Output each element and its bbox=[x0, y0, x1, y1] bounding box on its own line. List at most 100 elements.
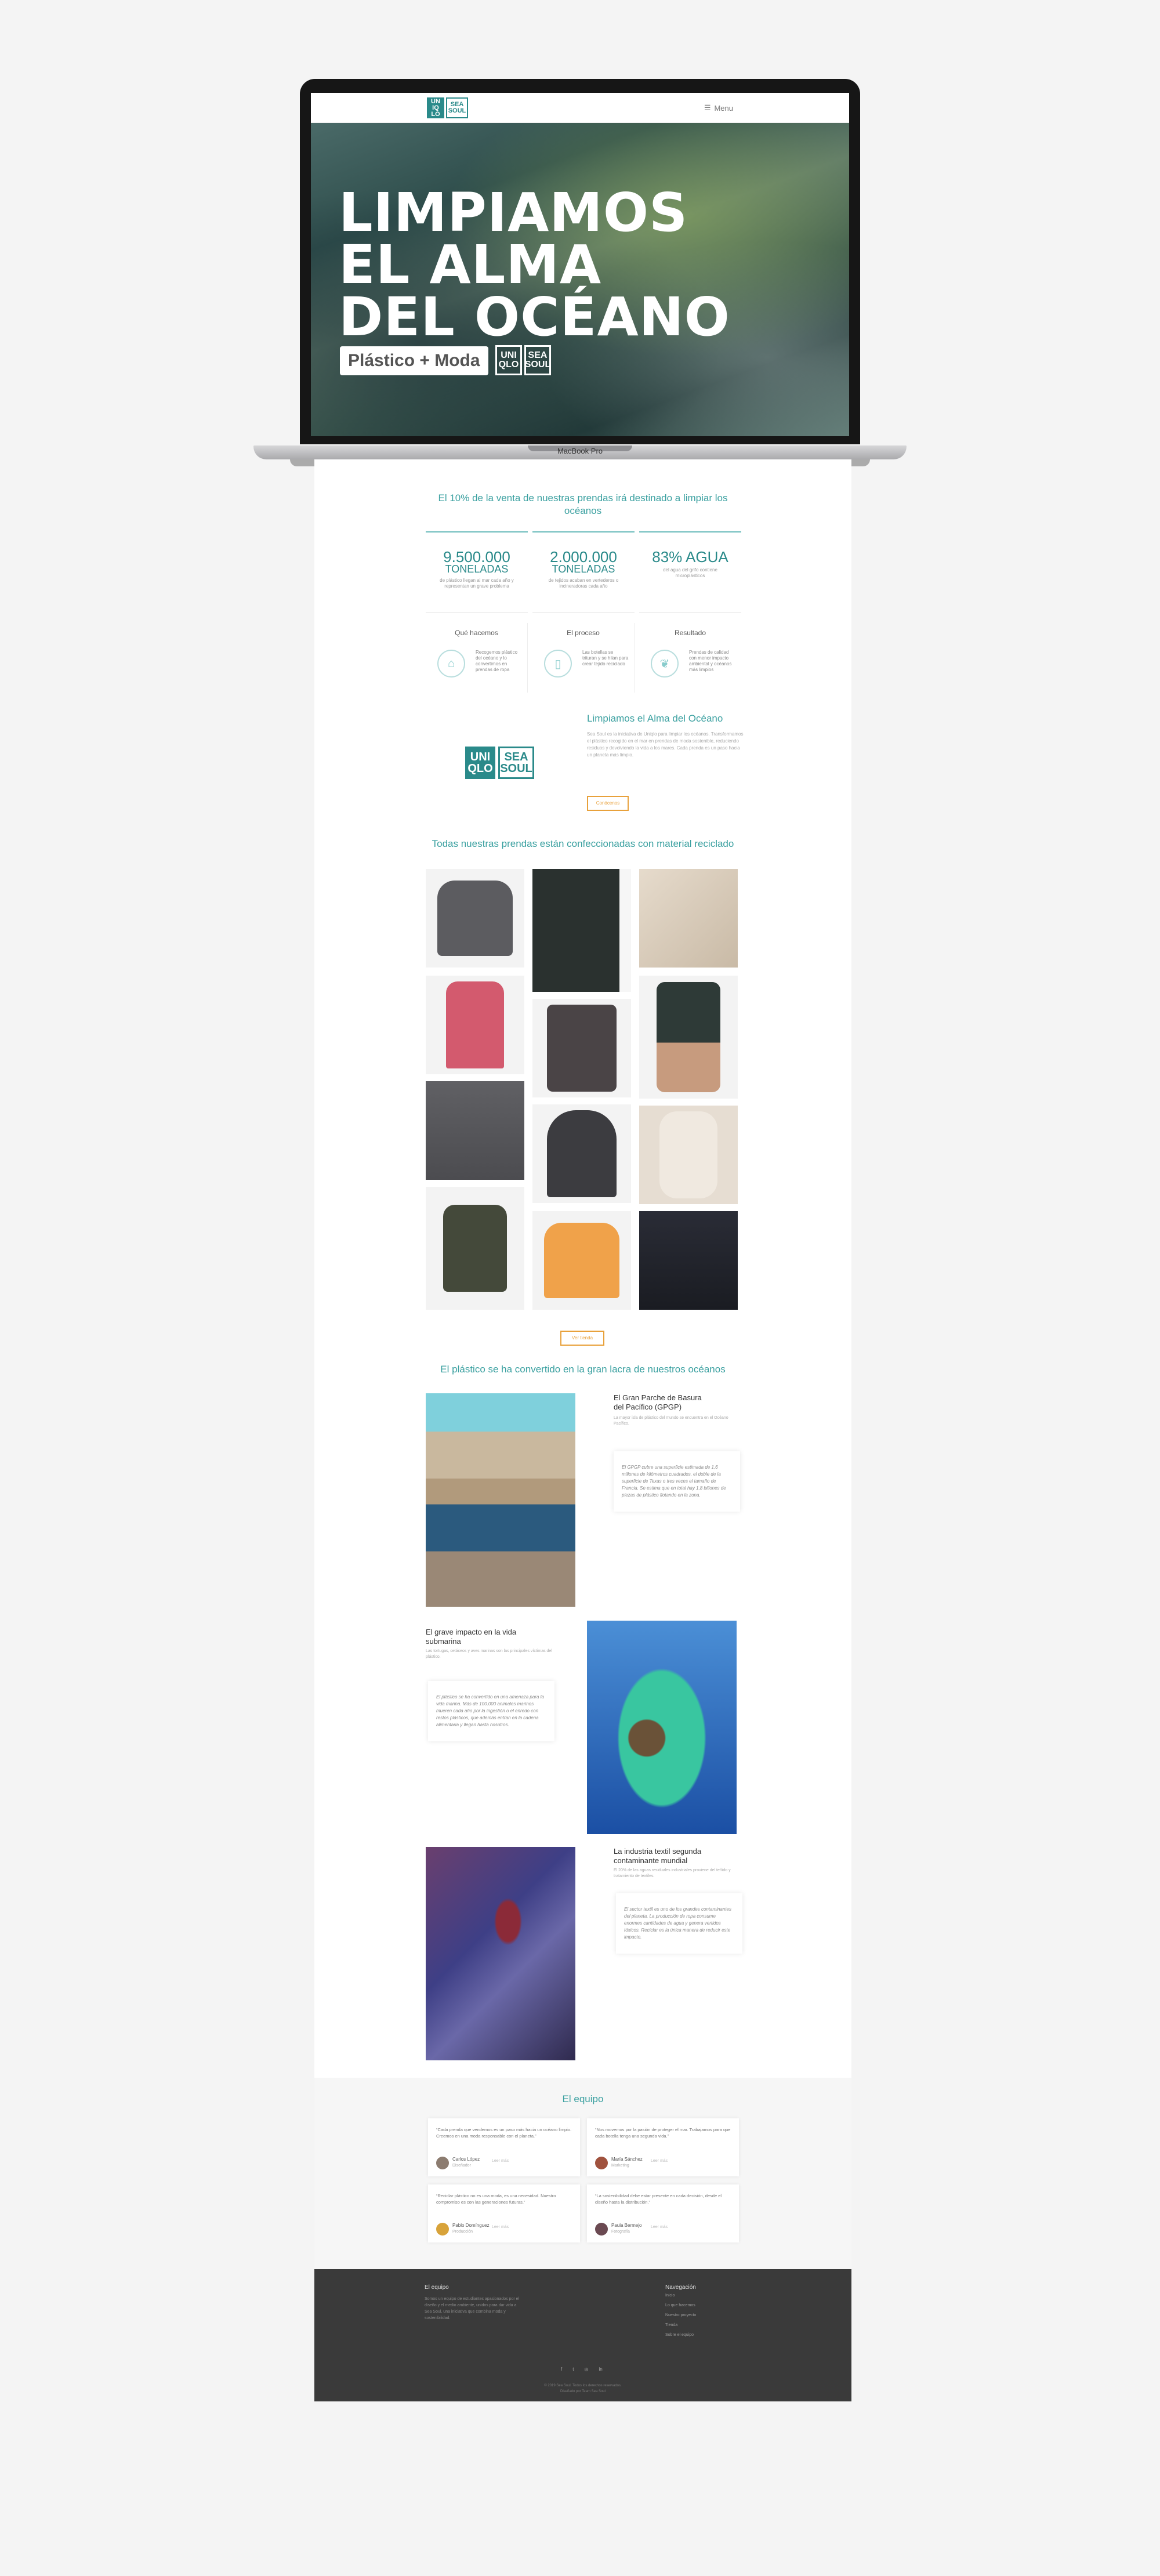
team-link[interactable]: Leer más bbox=[492, 2225, 509, 2229]
logo-seasoul: SEA SOUL bbox=[446, 97, 468, 118]
product-grey-jacket[interactable] bbox=[426, 1081, 524, 1180]
product-pants-detail[interactable] bbox=[532, 869, 631, 992]
team-name: Pablo Domínguez bbox=[452, 2223, 490, 2228]
menu-button[interactable]: ☰ Menu bbox=[704, 103, 733, 113]
site-logo[interactable]: UN IQ LO SEA SOUL bbox=[427, 97, 468, 118]
team-quote: “Nos movemos por la pasión de proteger e… bbox=[595, 2127, 731, 2139]
team-quote: “Cada prenda que vendemos es un paso más… bbox=[436, 2127, 572, 2139]
page-content: El 10% de la venta de nuestras prendas i… bbox=[314, 459, 851, 2401]
team-quote: “La sostenibilidad debe estar presente e… bbox=[595, 2193, 722, 2205]
avatar bbox=[436, 2223, 449, 2236]
footer-nav-title: Navegación bbox=[665, 2284, 696, 2291]
team-card: “La sostenibilidad debe estar presente e… bbox=[587, 2184, 739, 2242]
stretch-fabric-image bbox=[659, 1111, 717, 1198]
footer-about-text: Somos un equipo de estudiantes apasionad… bbox=[425, 2297, 520, 2320]
shorts-image bbox=[657, 982, 720, 1092]
stat-desc: del agua del grifo contiene microplástic… bbox=[663, 567, 717, 578]
stat-value: 83% AGUA bbox=[652, 548, 728, 566]
feature-title: Resultado bbox=[674, 629, 706, 637]
shop-button[interactable]: Ver tienda bbox=[560, 1331, 604, 1346]
avatar bbox=[595, 2157, 608, 2169]
hero-logo-seasoul: SEA SOUL bbox=[524, 345, 551, 375]
product-stretch-fabric[interactable] bbox=[639, 1106, 738, 1204]
feature-desc: Prendas de calidad con menor impacto amb… bbox=[689, 650, 732, 672]
team-link[interactable]: Leer más bbox=[492, 2159, 509, 2163]
pacific-garbage-image bbox=[426, 1393, 575, 1607]
team-link[interactable]: Leer más bbox=[651, 2225, 668, 2229]
article-2-quote: El plástico se ha convertido en una amen… bbox=[428, 1681, 554, 1741]
about-logo-seasoul: SEA SOUL bbox=[498, 747, 534, 779]
team-role: Marketing bbox=[611, 2164, 629, 2168]
facebook-icon[interactable]: f bbox=[561, 2367, 562, 2372]
stat-unit: TONELADAS bbox=[552, 563, 615, 575]
about-logo-uniqlo: UNI QLO bbox=[465, 747, 495, 779]
stat-unit: TONELADAS bbox=[445, 563, 509, 575]
team-role: Fotografía bbox=[611, 2230, 630, 2234]
article-3-quote: El sector textil es uno de los grandes c… bbox=[616, 1893, 742, 1954]
site-footer: El equipo Somos un equipo de estudiantes… bbox=[314, 2269, 851, 2401]
team-section: El equipo “Cada prenda que vendemos es u… bbox=[314, 2078, 851, 2269]
pants-detail-image bbox=[532, 869, 619, 992]
article-3-title: La industria textil segunda contaminante… bbox=[614, 1847, 702, 1865]
feature-what: Qué hacemos ⌂ Recogemos plástico del océ… bbox=[426, 623, 528, 693]
twitter-icon[interactable]: t bbox=[572, 2367, 574, 2372]
footer-about-title: El equipo bbox=[425, 2284, 449, 2291]
instagram-icon[interactable]: ◎ bbox=[584, 2367, 588, 2372]
dark-jacket-image bbox=[639, 1211, 738, 1310]
site-header: UN IQ LO SEA SOUL ☰ Menu bbox=[311, 93, 849, 123]
gloves-image bbox=[443, 1205, 507, 1292]
shirt-icon: ⌂ bbox=[437, 650, 465, 677]
hero-logo: UNI QLO SEA SOUL bbox=[495, 345, 551, 375]
textile-dye-image bbox=[426, 1847, 575, 2060]
footer-nav-link[interactable]: Nuestro proyecto bbox=[665, 2313, 696, 2317]
feature-title: El proceso bbox=[567, 629, 600, 637]
product-gloves[interactable] bbox=[426, 1187, 524, 1310]
feature-desc: Las botellas se trituran y se hilan para… bbox=[582, 650, 629, 666]
team-role: Diseñador bbox=[452, 2164, 471, 2168]
stat-value: 2.000.000 bbox=[550, 548, 617, 566]
avatar bbox=[436, 2157, 449, 2169]
hooded-jacket-image bbox=[547, 1110, 617, 1197]
product-pink-shirt[interactable] bbox=[426, 976, 524, 1074]
article-3-sub: El 20% de las aguas residuales industria… bbox=[614, 1868, 731, 1878]
footer-nav-link[interactable]: Tienda bbox=[665, 2323, 696, 2327]
feature-desc: Recogemos plástico del océano y lo conve… bbox=[476, 650, 518, 672]
hamburger-icon: ☰ bbox=[704, 103, 711, 112]
article-2-title: El grave impacto en la vida submarina bbox=[426, 1628, 517, 1646]
social-links: f t ◎ in bbox=[561, 2367, 603, 2372]
about-button[interactable]: Conócenos bbox=[587, 796, 629, 811]
stat-plastic: 9.500.000 TONELADAS de plástico llegan a… bbox=[426, 531, 528, 613]
team-quote: “Reciclar plástico no es una moda, es un… bbox=[436, 2193, 556, 2205]
plastic-title: El plástico se ha convertido en la gran … bbox=[440, 1364, 726, 1375]
about-title: Limpiamos el Alma del Océano bbox=[587, 713, 723, 724]
product-orange-sweater[interactable] bbox=[532, 1211, 631, 1310]
stat-desc: de tejidos acaban en vertederos o incine… bbox=[548, 578, 619, 589]
product-quilted-vest[interactable] bbox=[532, 999, 631, 1097]
footer-nav-link[interactable]: Sobre el equipo bbox=[665, 2333, 696, 2337]
team-role: Producción bbox=[452, 2230, 473, 2234]
feature-title: Qué hacemos bbox=[455, 629, 498, 637]
knit-fabric-image bbox=[639, 869, 738, 968]
footer-nav-link[interactable]: Lo que hacemos bbox=[665, 2303, 696, 2307]
article-1-title: El Gran Parche de Basura del Pacífico (G… bbox=[614, 1393, 702, 1411]
hero-banner: LIMPIAMOS EL ALMA DEL OCÉANO Plástico + … bbox=[311, 123, 849, 436]
logo-uniqlo: UN IQ LO bbox=[427, 97, 444, 118]
product-knit-fabric[interactable] bbox=[639, 869, 738, 968]
product-hooded-jacket[interactable] bbox=[532, 1104, 631, 1203]
hero-logo-uniqlo: UNI QLO bbox=[495, 345, 522, 375]
team-card: “Nos movemos por la pasión de proteger e… bbox=[587, 2118, 739, 2176]
product-dark-jacket[interactable] bbox=[639, 1211, 738, 1310]
linkedin-icon[interactable]: in bbox=[599, 2367, 602, 2372]
team-link[interactable]: Leer más bbox=[651, 2159, 668, 2163]
feature-process: El proceso ▯ Las botellas se trituran y … bbox=[532, 623, 635, 693]
team-title: El equipo bbox=[562, 2093, 604, 2104]
footer-nav-link[interactable]: Inicio bbox=[665, 2294, 696, 2298]
product-puffer-jacket[interactable] bbox=[426, 869, 524, 968]
quilted-vest-image bbox=[547, 1005, 617, 1092]
stat-value: 9.500.000 bbox=[443, 548, 510, 566]
credit-text: Diseñado por Team Sea Soul bbox=[560, 2390, 606, 2393]
feature-result: Resultado ❦ Prendas de calidad con menor… bbox=[639, 623, 741, 693]
product-shorts[interactable] bbox=[639, 976, 738, 1099]
team-name: María Sánchez bbox=[611, 2157, 643, 2162]
team-card: “Cada prenda que vendemos es un paso más… bbox=[428, 2118, 580, 2176]
